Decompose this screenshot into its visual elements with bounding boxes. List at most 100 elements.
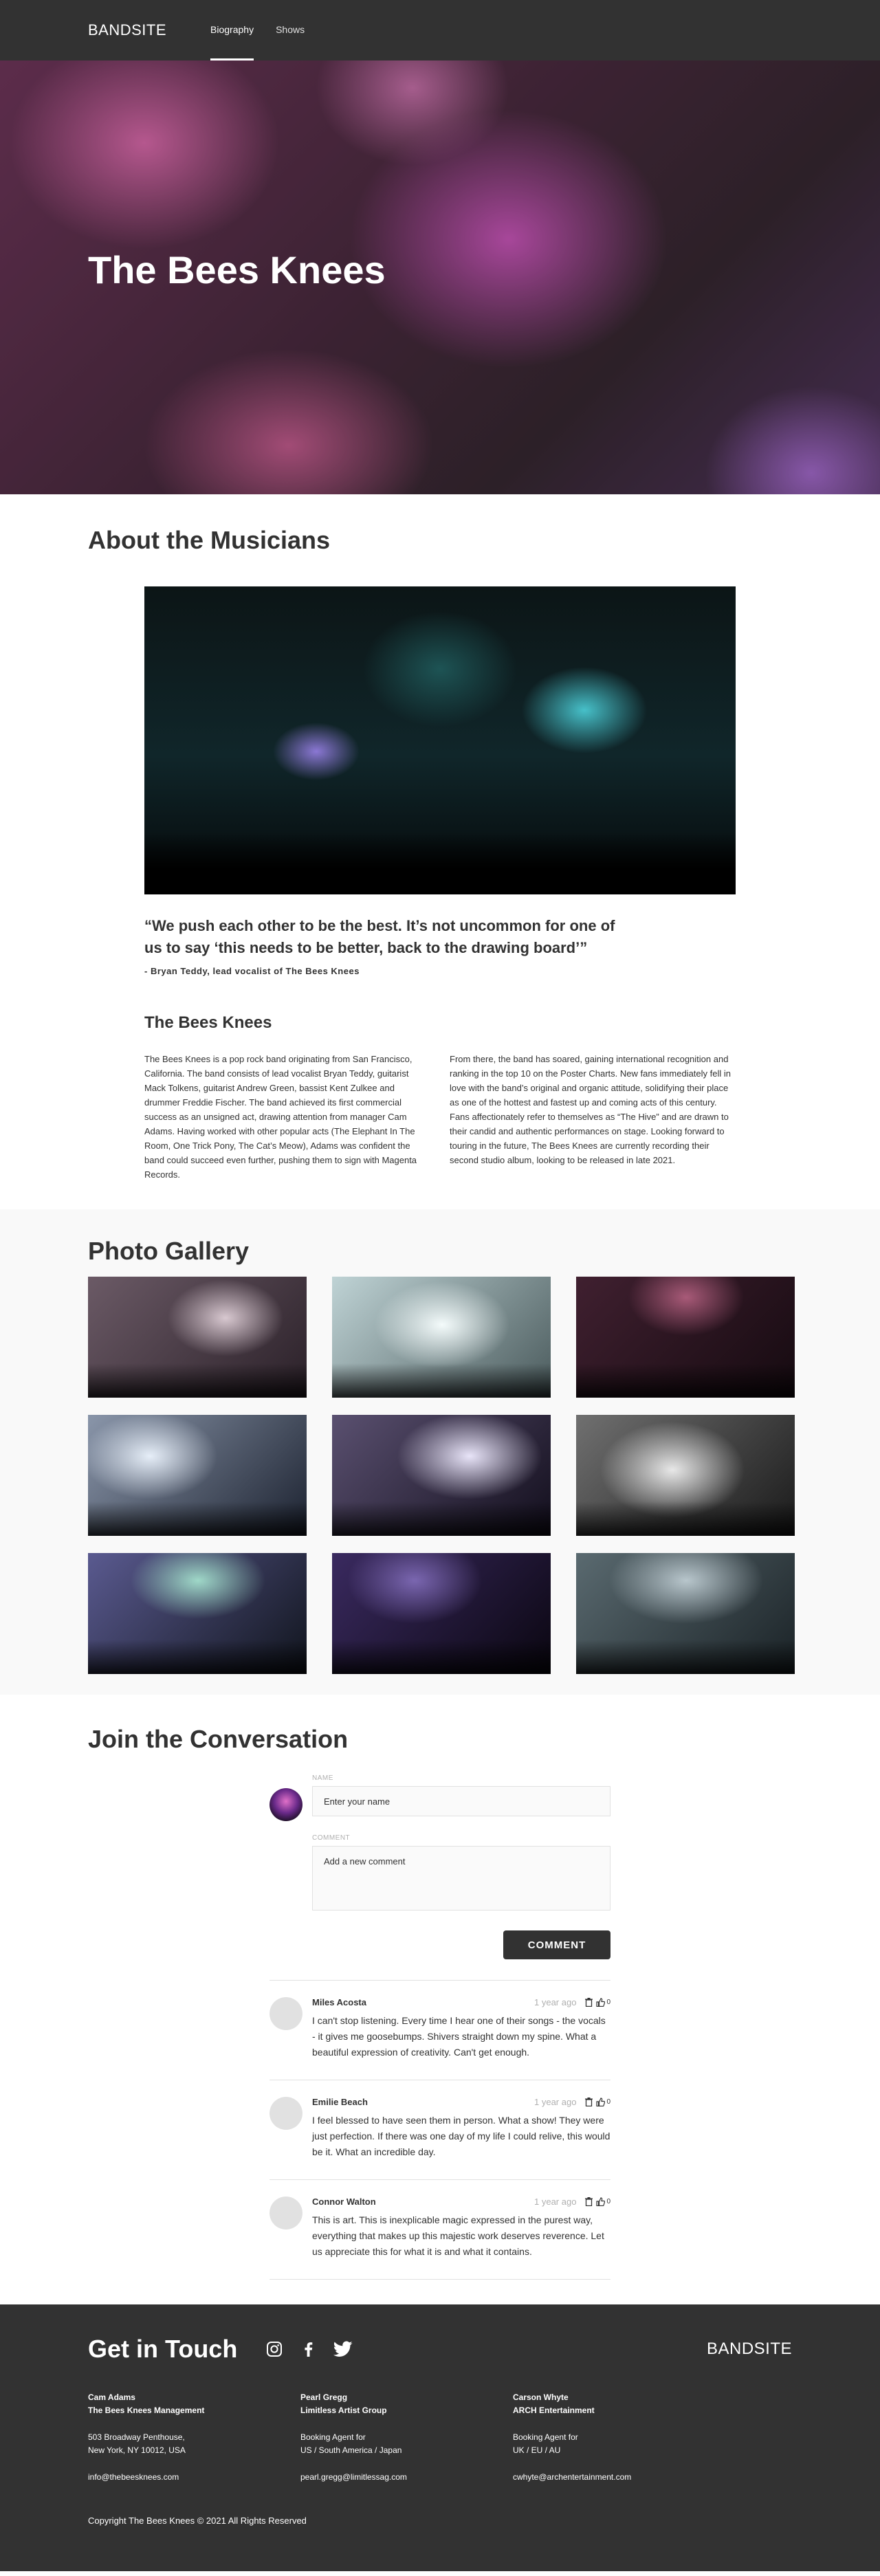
gallery-photo[interactable] [88, 1415, 307, 1536]
comment-text: I can't stop listening. Every time I hea… [312, 2015, 606, 2058]
comment-author: Miles Acosta [312, 1997, 366, 2007]
contact-card: Pearl Gregg Limitless Artist Group Booki… [300, 2391, 513, 2484]
contact-line: 503 Broadway Penthouse, [88, 2432, 185, 2442]
bio-paragraph-right: From there, the band has soared, gaining… [450, 1054, 731, 1165]
contact-email[interactable]: pearl.gregg@limitlessag.com [300, 2471, 513, 2484]
contact-org: Limitless Artist Group [300, 2406, 387, 2415]
gallery-photo[interactable] [332, 1553, 551, 1674]
comment-body: Emilie Beach 1 year ago 0 I feel blessed… [312, 2097, 610, 2163]
button-row: COMMENT [312, 1930, 610, 1959]
top-nav: BANDSITE Biography Shows [0, 0, 880, 60]
comment-text: This is art. This is inexplicable magic … [312, 2214, 604, 2257]
comment-date: 1 year ago [534, 2097, 577, 2107]
contact-org: ARCH Entertainment [513, 2406, 595, 2415]
like-icon[interactable] [595, 2098, 605, 2107]
gallery-photo[interactable] [332, 1415, 551, 1536]
gallery-photo[interactable] [332, 1277, 551, 1398]
nav-link-biography[interactable]: Biography [210, 0, 254, 60]
gallery-title: Photo Gallery [88, 1237, 250, 1265]
gallery-photo[interactable] [88, 1277, 307, 1398]
comment-button[interactable]: COMMENT [503, 1930, 610, 1959]
bio-columns: The Bees Knees is a pop rock band origin… [144, 1052, 736, 1182]
gallery-photo[interactable] [576, 1277, 795, 1398]
quote-author: - Bryan Teddy, lead vocalist of The Bees… [144, 966, 360, 976]
crowd-silhouette [144, 833, 736, 894]
comment-header: Emilie Beach 1 year ago 0 [312, 2097, 610, 2107]
like-count: 0 [606, 2098, 610, 2106]
band-quote: “We push each other to be the best. It’s… [144, 917, 615, 956]
contact-email[interactable]: cwhyte@archentertainment.com [513, 2471, 725, 2484]
avatar [270, 1997, 302, 2030]
trash-icon[interactable] [584, 1998, 593, 2007]
contact-card: Cam Adams The Bees Knees Management 503 … [88, 2391, 300, 2484]
bio-title: The Bees Knees [144, 1013, 272, 1032]
contact-line: Booking Agent for [300, 2432, 366, 2442]
comment-header: Miles Acosta 1 year ago 0 [312, 1997, 610, 2007]
nav-link-shows[interactable]: Shows [276, 0, 305, 60]
site-logo[interactable]: BANDSITE [88, 0, 166, 60]
contact-email[interactable]: info@thebeesknees.com [88, 2471, 300, 2484]
copyright: Copyright The Bees Knees © 2021 All Righ… [88, 2516, 307, 2526]
contact-org: The Bees Knees Management [88, 2406, 205, 2415]
quote-block: “We push each other to be the best. It’s… [144, 915, 736, 976]
bio-paragraph-left: The Bees Knees is a pop rock band origin… [144, 1054, 417, 1180]
contact-name: Pearl Gregg [300, 2392, 348, 2402]
hero-title: The Bees Knees [88, 248, 386, 291]
comment-body: Connor Walton 1 year ago 0 This is art. … [312, 2197, 610, 2263]
comment-list: Miles Acosta 1 year ago 0 I can't stop l… [270, 1980, 610, 2280]
social-links [265, 2340, 353, 2359]
hero-banner: The Bees Knees [0, 60, 880, 494]
trash-icon[interactable] [584, 2197, 593, 2207]
conversation-section: Join the Conversation NAME COMMENT COMME… [0, 1695, 880, 2304]
like-count: 0 [606, 1999, 610, 2006]
comment-author: Connor Walton [312, 2197, 376, 2207]
comment-label: COMMENT [312, 1834, 351, 1842]
contact-columns: Cam Adams The Bees Knees Management 503 … [88, 2391, 792, 2484]
conversation-body: NAME COMMENT COMMENT Miles Acosta 1 year… [270, 1774, 610, 2280]
user-avatar [270, 1788, 302, 1821]
like-count: 0 [606, 2198, 610, 2205]
like-icon[interactable] [595, 2197, 605, 2207]
facebook-icon[interactable] [299, 2340, 318, 2359]
gallery-photo[interactable] [576, 1553, 795, 1674]
twitter-icon[interactable] [333, 2340, 353, 2359]
about-title: About the Musicians [88, 526, 331, 554]
comment-date: 1 year ago [534, 2197, 577, 2207]
avatar [270, 2197, 302, 2230]
footer-top: Get in Touch BANDSITE [88, 2335, 792, 2364]
contact-line: UK / EU / AU [513, 2445, 561, 2455]
form-fields: NAME COMMENT COMMENT [312, 1774, 610, 1959]
contact-name: Carson Whyte [513, 2392, 569, 2402]
photo-gallery: Photo Gallery [0, 1209, 880, 1695]
comment-input[interactable] [312, 1846, 610, 1911]
comment-form: NAME COMMENT COMMENT [270, 1774, 610, 1959]
comment-item: Emilie Beach 1 year ago 0 I feel blessed… [270, 2080, 610, 2180]
comment-body: Miles Acosta 1 year ago 0 I can't stop l… [312, 1997, 610, 2063]
comment-item: Connor Walton 1 year ago 0 This is art. … [270, 2180, 610, 2280]
comment-text: I feel blessed to have seen them in pers… [312, 2115, 610, 2157]
instagram-icon[interactable] [265, 2340, 284, 2359]
comment-header: Connor Walton 1 year ago 0 [312, 2197, 610, 2207]
like-icon[interactable] [595, 1998, 605, 2007]
concert-image [144, 586, 736, 894]
gallery-photo[interactable] [576, 1415, 795, 1536]
comment-date: 1 year ago [534, 1997, 577, 2007]
contact-line: New York, NY 10012, USA [88, 2445, 186, 2455]
gallery-grid [88, 1277, 795, 1674]
name-input[interactable] [312, 1786, 610, 1816]
contact-card: Carson Whyte ARCH Entertainment Booking … [513, 2391, 725, 2484]
name-label: NAME [312, 1774, 333, 1782]
comment-author: Emilie Beach [312, 2097, 368, 2107]
footer-logo[interactable]: BANDSITE [707, 2340, 792, 2359]
nav-links: Biography Shows [210, 0, 305, 60]
avatar [270, 2097, 302, 2130]
about-section: About the Musicians “We push each other … [0, 494, 880, 1209]
gallery-photo[interactable] [88, 1553, 307, 1674]
comment-item: Miles Acosta 1 year ago 0 I can't stop l… [270, 1981, 610, 2080]
trash-icon[interactable] [584, 2098, 593, 2107]
footer: Get in Touch BANDSITE Cam Adams The Bees… [0, 2304, 880, 2571]
contact-line: Booking Agent for [513, 2432, 578, 2442]
contact-name: Cam Adams [88, 2392, 135, 2402]
conversation-title: Join the Conversation [88, 1725, 349, 1753]
contact-line: US / South America / Japan [300, 2445, 402, 2455]
